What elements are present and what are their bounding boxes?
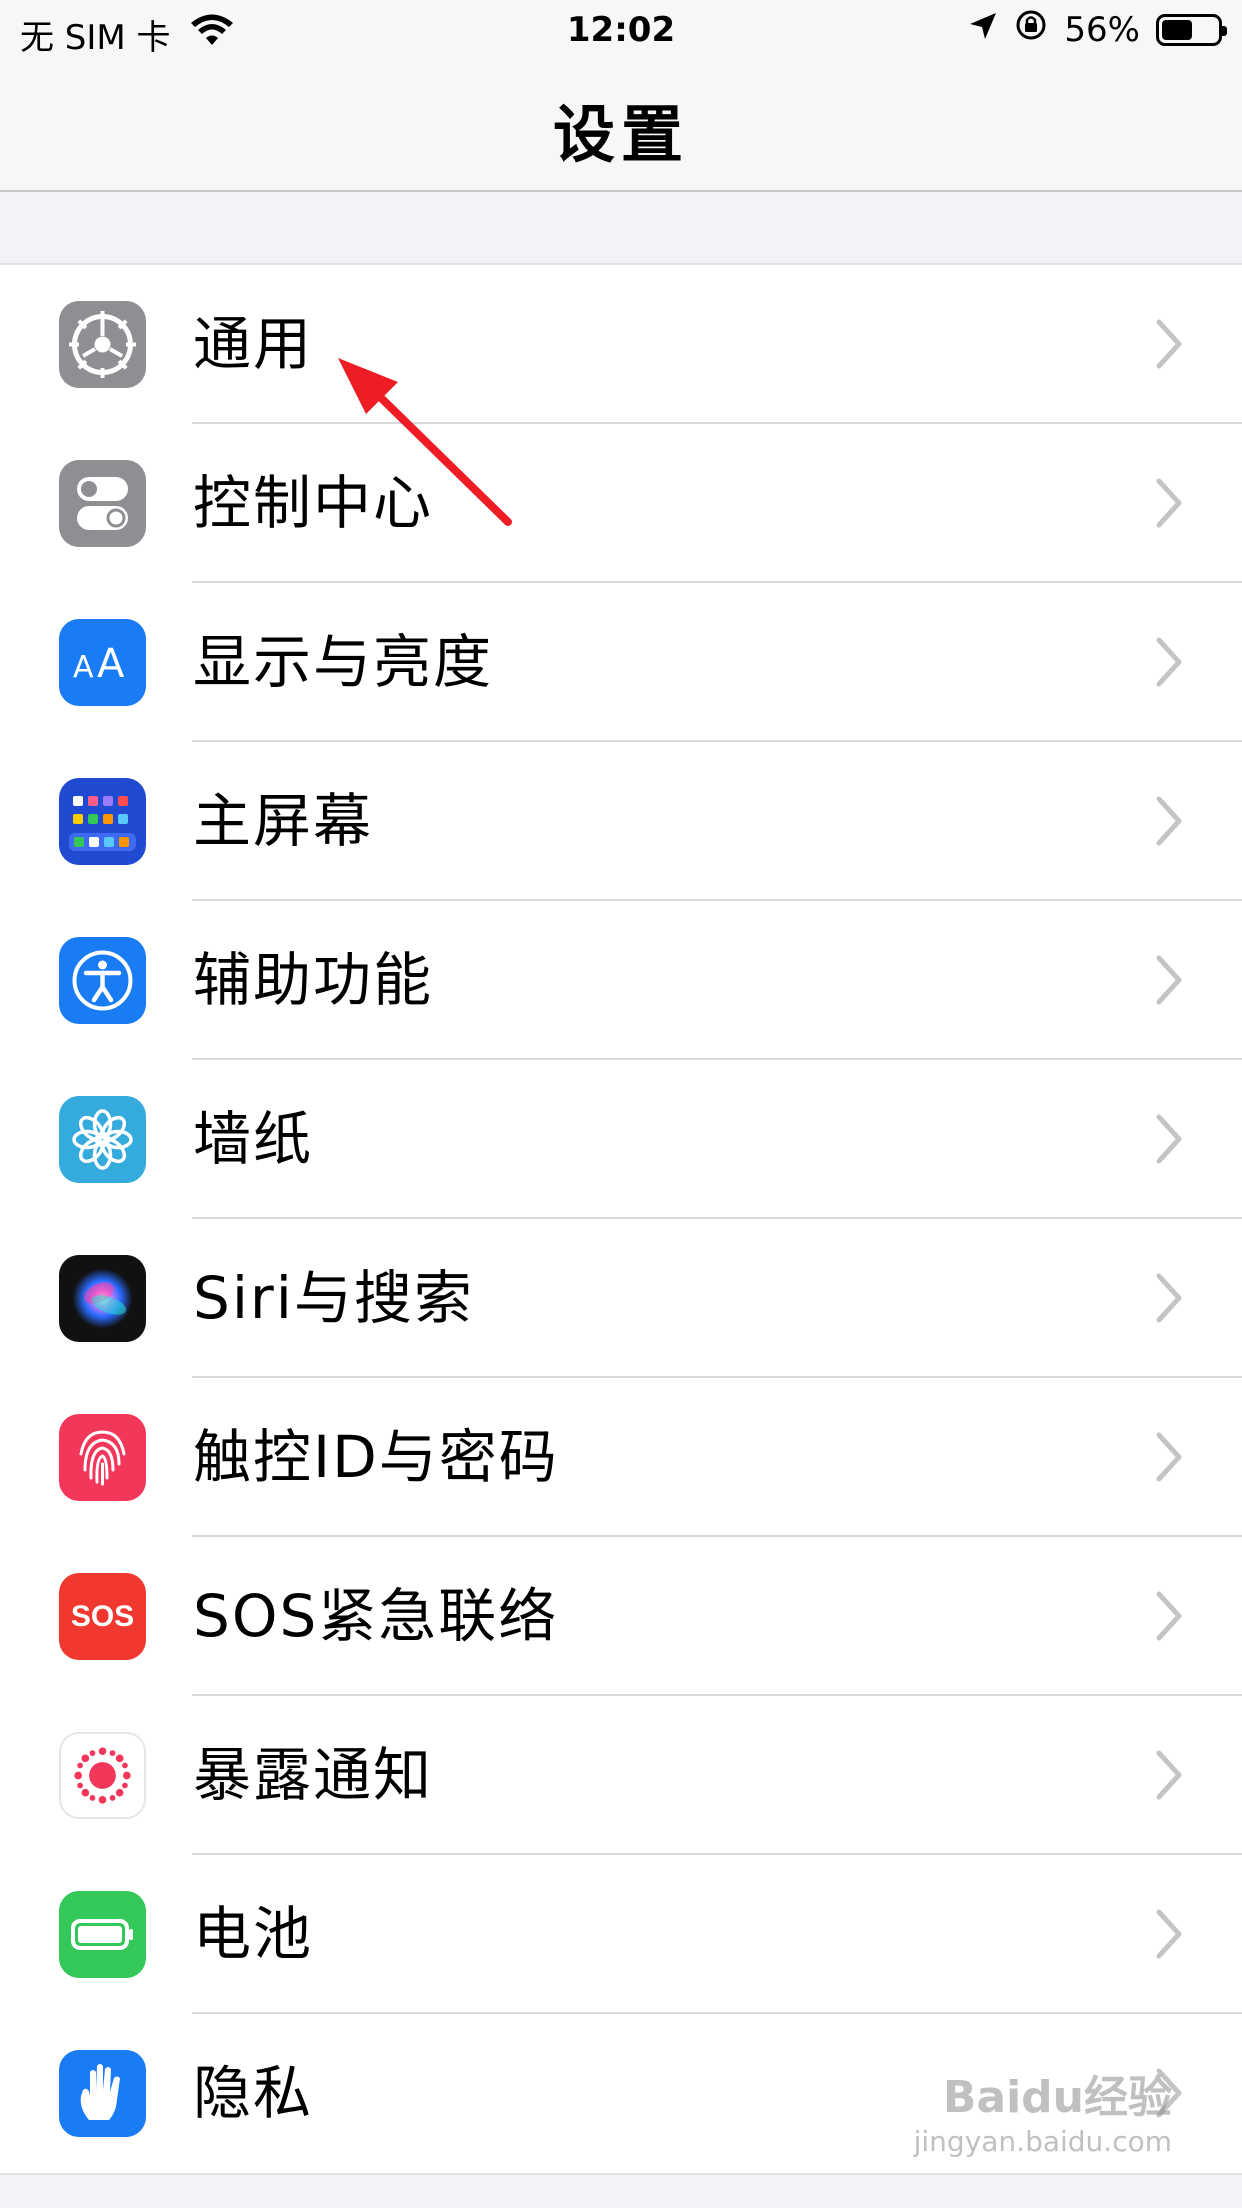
row-label: 暴露通知: [193, 1741, 434, 1809]
siri-icon: [59, 1255, 146, 1342]
row-label: 隐私: [193, 2059, 314, 2127]
row-label: 墙纸: [193, 1105, 314, 1173]
settings-row-touch-id[interactable]: 触控ID与密码: [0, 1378, 1242, 1537]
nav-bar: 设置: [0, 64, 1242, 192]
status-right: 56%: [968, 8, 1227, 51]
chevron-right-icon: [1156, 1591, 1182, 1641]
home-grid-icon: [59, 778, 146, 865]
row-label: 主屏幕: [193, 787, 374, 855]
battery-indicator-icon: [1156, 13, 1227, 46]
watermark: Baidu经验 jingyan.baidu.com: [914, 2061, 1172, 2158]
chevron-right-icon: [1156, 319, 1182, 369]
hand-icon: [59, 2050, 146, 2137]
accessibility-icon: [59, 937, 146, 1024]
status-bar: 无 SIM 卡 12:02 56%: [0, 0, 1242, 64]
chevron-right-icon: [1156, 478, 1182, 528]
text-size-icon: A A: [59, 619, 146, 706]
chevron-right-icon: [1156, 1432, 1182, 1482]
svg-text:A: A: [73, 650, 94, 685]
watermark-brand: Baidu经验: [942, 2072, 1172, 2123]
settings-row-battery[interactable]: 电池: [0, 1855, 1242, 2014]
gear-icon: [59, 301, 146, 388]
exposure-icon: [59, 1732, 146, 1819]
page-title: 设置: [552, 98, 689, 171]
battery-percent: 56%: [1064, 9, 1140, 50]
settings-row-wallpaper[interactable]: 墙纸: [0, 1060, 1242, 1219]
settings-row-accessibility[interactable]: 辅助功能: [0, 901, 1242, 1060]
settings-row-siri[interactable]: Siri与搜索: [0, 1219, 1242, 1378]
flower-icon: [59, 1096, 146, 1183]
svg-text:A: A: [97, 641, 125, 687]
row-label: 辅助功能: [193, 946, 434, 1014]
row-label: 通用: [193, 310, 314, 378]
settings-row-home-screen[interactable]: 主屏幕: [0, 742, 1242, 901]
row-label: 显示与亮度: [193, 628, 494, 696]
rotation-lock-icon: [1014, 8, 1048, 51]
chevron-right-icon: [1156, 1750, 1182, 1800]
settings-row-emergency-sos[interactable]: SOS SOS紧急联络: [0, 1537, 1242, 1696]
chevron-right-icon: [1156, 796, 1182, 846]
chevron-right-icon: [1156, 1273, 1182, 1323]
row-label: 触控ID与密码: [193, 1423, 559, 1491]
chevron-right-icon: [1156, 637, 1182, 687]
location-arrow-icon: [968, 10, 998, 50]
battery-fill: [1162, 19, 1193, 40]
toggles-icon: [59, 460, 146, 547]
settings-row-display[interactable]: A A 显示与亮度: [0, 583, 1242, 742]
settings-list: 通用 控制中心 A A 显示与亮度 主屏幕 辅助功能 墙纸 Siri与搜索 触控…: [0, 263, 1242, 2175]
chevron-right-icon: [1156, 955, 1182, 1005]
fingerprint-icon: [59, 1414, 146, 1501]
settings-row-exposure-notifications[interactable]: 暴露通知: [0, 1696, 1242, 1855]
row-label: Siri与搜索: [193, 1264, 474, 1332]
chevron-right-icon: [1156, 1114, 1182, 1164]
row-label: 电池: [193, 1900, 314, 1968]
row-label: SOS紧急联络: [193, 1582, 559, 1650]
settings-row-general[interactable]: 通用: [0, 265, 1242, 424]
watermark-url: jingyan.baidu.com: [913, 2125, 1172, 2158]
sos-icon: SOS: [59, 1573, 146, 1660]
row-label: 控制中心: [193, 469, 434, 537]
sos-icon-text: SOS: [70, 1599, 135, 1633]
settings-row-control-center[interactable]: 控制中心: [0, 424, 1242, 583]
chevron-right-icon: [1156, 1909, 1182, 1959]
battery-icon: [59, 1891, 146, 1978]
